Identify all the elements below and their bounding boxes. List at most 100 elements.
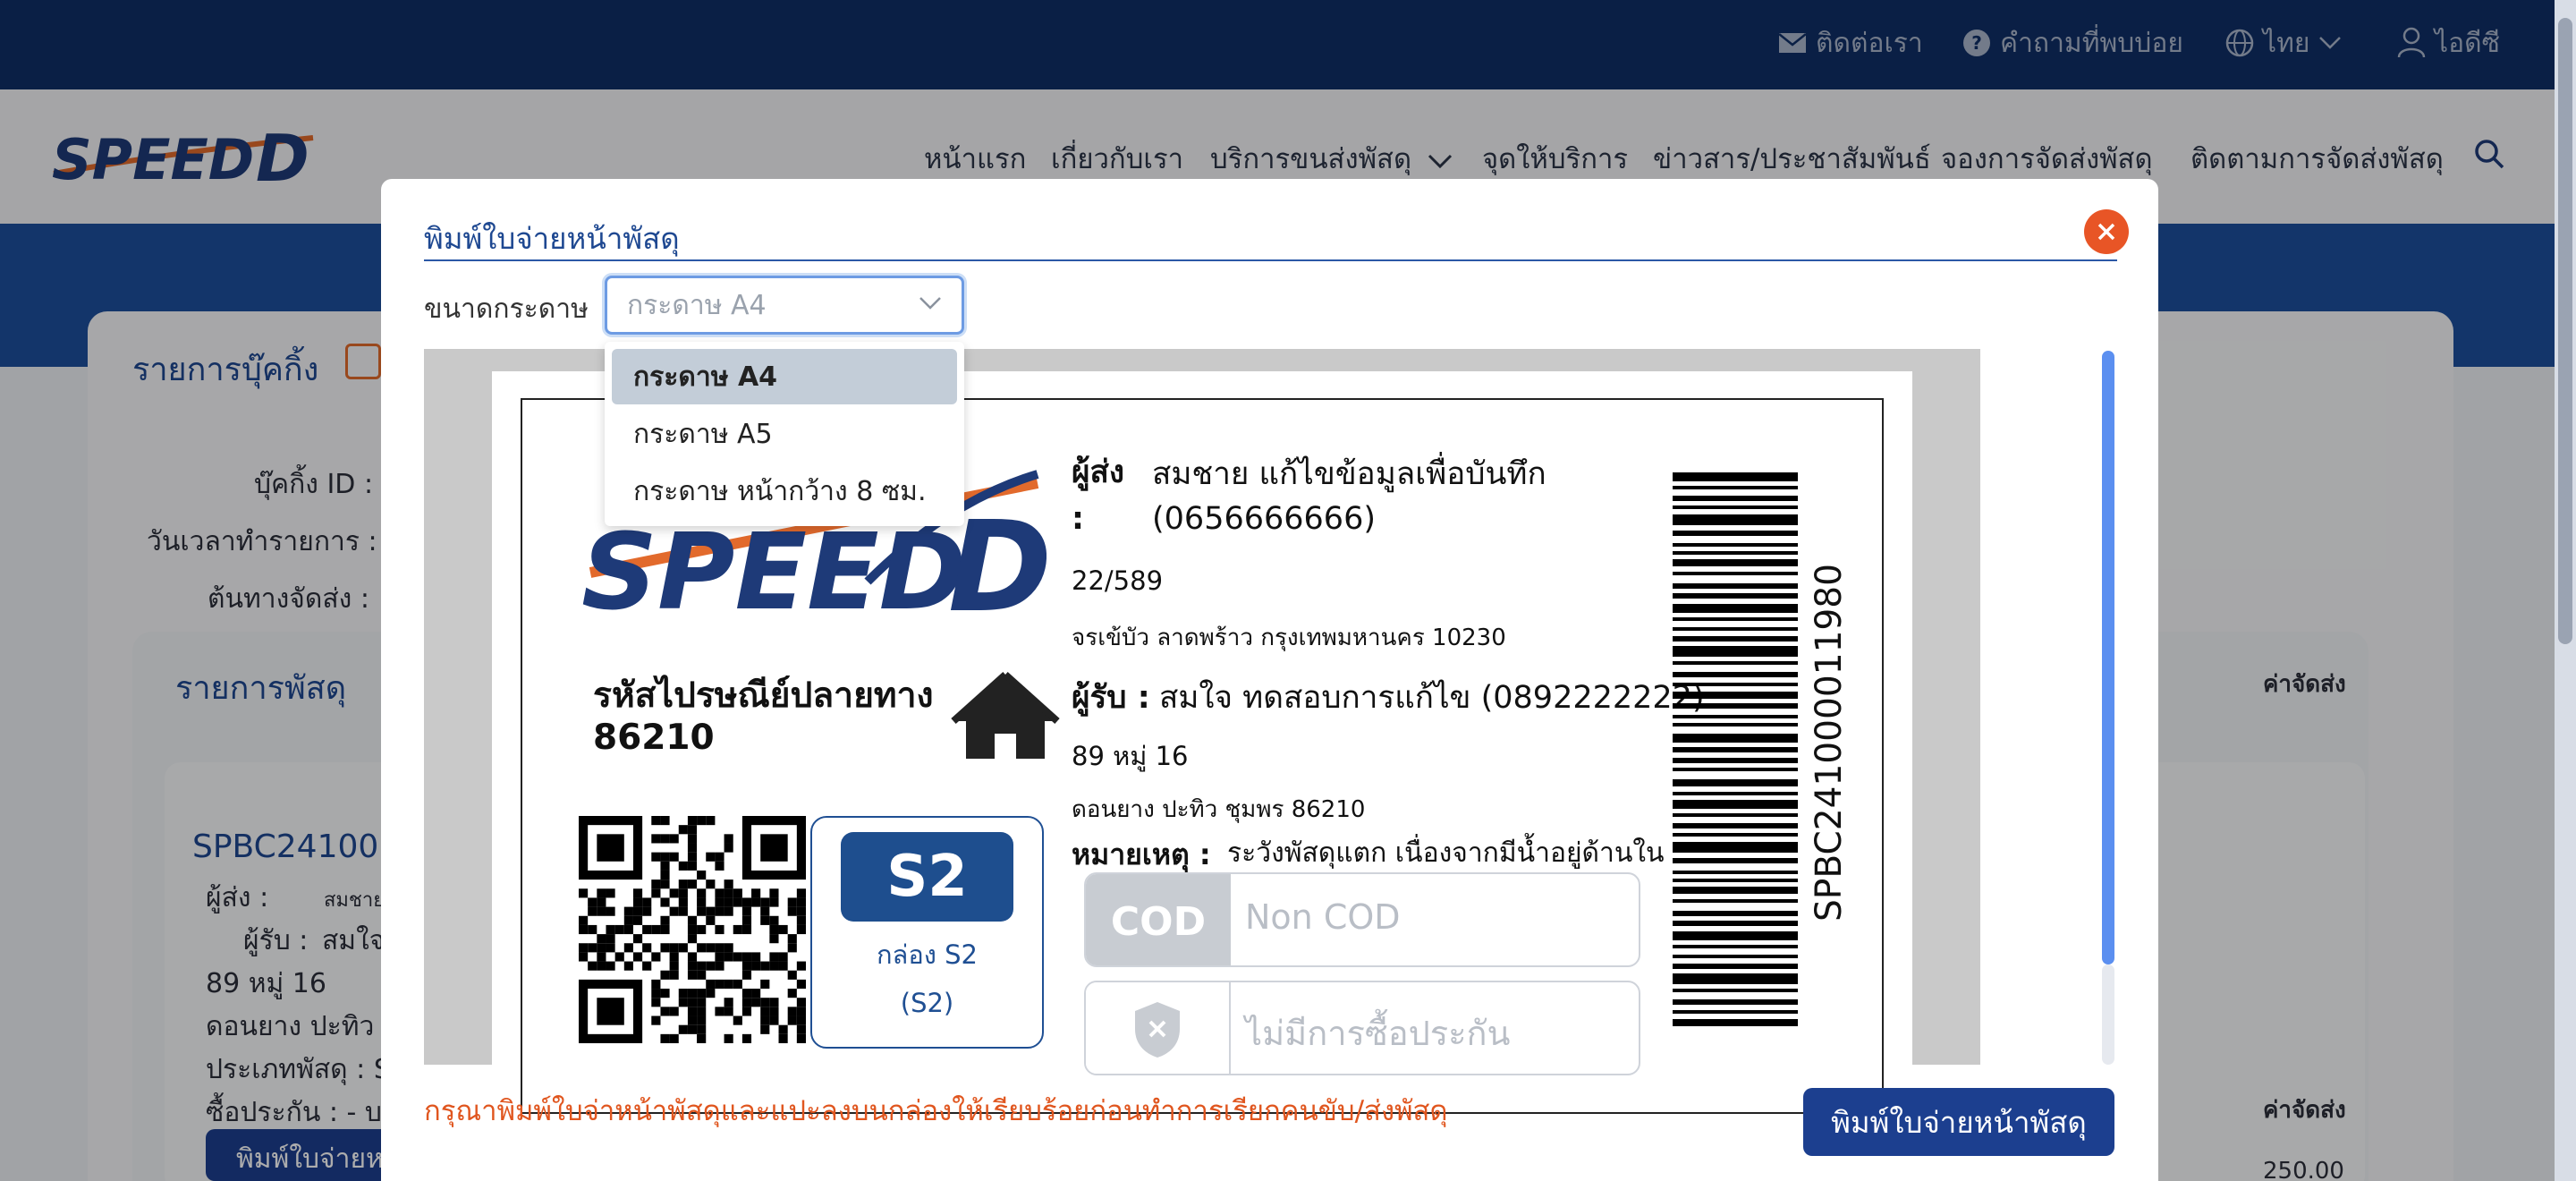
- qr-module: [706, 879, 716, 889]
- qr-module: [706, 943, 716, 953]
- barcode-bar: [1673, 989, 1798, 992]
- qr-module: [669, 970, 679, 980]
- preview-scrollbar-track[interactable]: [2102, 964, 2114, 1065]
- qr-module: [741, 970, 752, 980]
- qr-module: [751, 897, 761, 907]
- shield-x-icon: [1135, 1002, 1180, 1058]
- qr-module: [697, 970, 707, 980]
- qr-module: [660, 1033, 670, 1043]
- barcode-bar: [1673, 661, 1798, 665]
- qr-module: [787, 989, 797, 998]
- qr-module: [697, 961, 707, 971]
- paper-option-a4[interactable]: กระดาษ A4: [612, 349, 957, 404]
- paper-size-dropdown: กระดาษ A4 กระดาษ A5 กระดาษ หน้ากว้าง 8 ซ…: [605, 342, 964, 526]
- barcode-bar: [1673, 842, 1798, 853]
- insurance-tag: [1086, 982, 1231, 1074]
- barcode-bar: [1673, 703, 1798, 709]
- qr-module: [651, 888, 661, 898]
- paper-size-select[interactable]: กระดาษ A4: [605, 276, 964, 335]
- barcode-bar: [1673, 604, 1798, 613]
- qr-module: [724, 943, 733, 953]
- barcode-bar: [1673, 858, 1798, 863]
- qr-module: [706, 906, 716, 916]
- qr-module: [751, 998, 761, 1007]
- qr-module: [751, 989, 761, 998]
- barcode: [1673, 472, 1798, 1032]
- qr-module: [651, 852, 661, 862]
- qr-module: [579, 888, 589, 898]
- qr-module: [697, 1033, 707, 1043]
- qr-module: [687, 1007, 698, 1016]
- qr-module: [724, 1007, 733, 1016]
- barcode-bar: [1673, 1019, 1798, 1026]
- qr-module: [687, 924, 698, 935]
- box-code-badge: S2: [841, 832, 1013, 922]
- paper-option-8cm[interactable]: กระดาษ หน้ากว้าง 8 ซม.: [612, 463, 957, 519]
- qr-module: [642, 906, 652, 916]
- page-scrollbar-thumb[interactable]: [2558, 18, 2572, 644]
- qr-module: [787, 943, 797, 953]
- qr-module: [769, 1015, 779, 1025]
- barcode-bar: [1673, 800, 1798, 809]
- qr-module: [597, 943, 606, 953]
- qr-module: [660, 1007, 670, 1016]
- qr-module: [796, 888, 806, 898]
- barcode-bar: [1673, 559, 1798, 566]
- barcode-bar: [1673, 683, 1798, 686]
- qr-module: [678, 989, 688, 998]
- close-button[interactable]: [2084, 209, 2129, 254]
- paper-option-a5[interactable]: กระดาษ A5: [612, 406, 957, 462]
- qr-module: [769, 961, 779, 971]
- qr-module: [697, 897, 707, 907]
- qr-module: [660, 870, 670, 880]
- barcode-bar: [1673, 617, 1798, 621]
- qr-module: [796, 1024, 806, 1034]
- close-icon: [2097, 223, 2115, 241]
- qr-module: [796, 924, 806, 935]
- barcode-bar: [1673, 734, 1798, 743]
- qr-module: [796, 998, 806, 1007]
- qr-module: [697, 998, 707, 1007]
- qr-module: [651, 989, 661, 998]
- qr-module: [724, 897, 733, 907]
- label-receiver-addr2: ดอนยาง ปะทิว ชุมพร 86210: [1072, 796, 1366, 823]
- qr-module: [706, 961, 716, 971]
- qr-module: [706, 915, 716, 925]
- qr-module: [579, 915, 589, 925]
- qr-module: [769, 952, 779, 962]
- barcode-bar: [1673, 823, 1798, 828]
- barcode-bar: [1673, 747, 1798, 752]
- box-name: กล่อง S2: [877, 939, 978, 970]
- qr-module: [733, 924, 742, 935]
- barcode-bar: [1673, 911, 1798, 916]
- qr-module: [606, 924, 615, 935]
- preview-scrollbar-thumb[interactable]: [2102, 351, 2114, 964]
- qr-module: [579, 943, 589, 953]
- barcode-bar: [1673, 715, 1798, 718]
- qr-module: [715, 961, 724, 971]
- qr-module: [741, 952, 752, 962]
- label-sender-colon: :: [1072, 501, 1084, 537]
- qr-module: [796, 961, 806, 971]
- qr-module: [660, 915, 670, 925]
- qr-module: [597, 888, 606, 898]
- qr-module: [651, 879, 661, 889]
- qr-module: [787, 1007, 797, 1016]
- label-sender-addr2: จรเข้บัว ลาดพร้าว กรุงเทพมหานคร 10230: [1072, 624, 1506, 651]
- qr-module: [687, 843, 698, 853]
- qr-module: [678, 906, 688, 916]
- barcode-bar: [1673, 1010, 1798, 1014]
- print-label-button[interactable]: พิมพ์ใบจ่ายหน้าพัสดุ: [1803, 1088, 2114, 1156]
- qr-module: [724, 952, 733, 962]
- qr-module: [669, 961, 679, 971]
- barcode-bar: [1673, 973, 1798, 984]
- qr-module: [760, 998, 770, 1007]
- qr-module: [687, 989, 698, 998]
- qr-module: [724, 979, 733, 990]
- qr-module: [741, 906, 752, 916]
- qr-module: [697, 989, 707, 998]
- qr-module: [606, 906, 615, 916]
- qr-module: [687, 961, 698, 971]
- qr-module: [741, 1007, 752, 1016]
- qr-module: [669, 1007, 679, 1016]
